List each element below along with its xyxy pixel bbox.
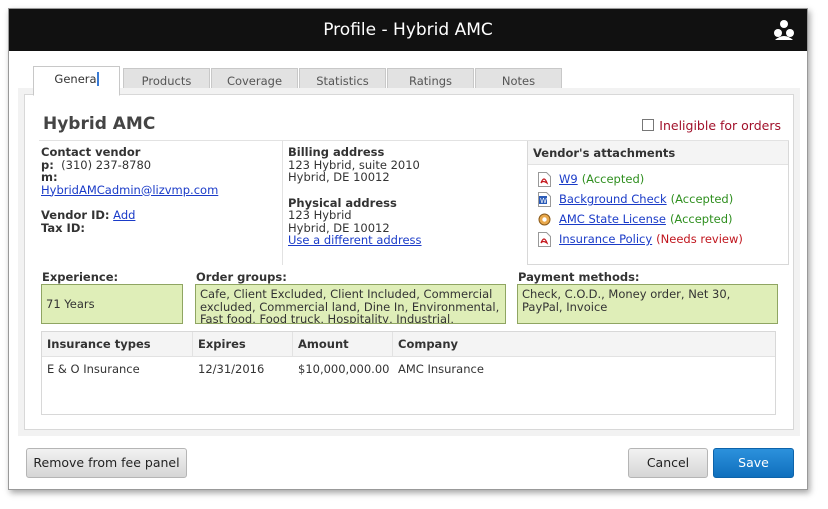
dialog-titlebar: Profile - Hybrid AMC (9, 9, 807, 51)
image-file-icon (538, 213, 551, 225)
vendor-name: Hybrid AMC (43, 114, 156, 134)
tax-id-label: Tax ID: (41, 220, 85, 235)
word-file-icon: W (538, 191, 551, 207)
amount-cell: $10,000,000.00 (298, 362, 390, 376)
tab-statistics[interactable]: Statistics (299, 68, 386, 94)
column-header-insurance-types: Insurance types (42, 332, 193, 356)
experience-label: Experience: (42, 270, 119, 284)
tab-ratings[interactable]: Ratings (387, 68, 474, 94)
attachments-section: Vendor's attachments W9 (Accepted) W Back… (527, 141, 789, 265)
insurance-type-cell: E & O Insurance (47, 362, 140, 376)
attachment-w9-link[interactable]: W9 (559, 169, 578, 189)
remove-from-fee-panel-button[interactable]: Remove from fee panel (26, 448, 187, 478)
tab-coverage[interactable]: Coverage (211, 68, 298, 94)
ineligible-checkbox[interactable] (642, 119, 655, 131)
insurance-table-header: Insurance types Expires Amount Company (42, 332, 775, 357)
attachment-license-link[interactable]: AMC State License (559, 209, 666, 229)
user-group-icon (774, 20, 794, 40)
attachment-background-link[interactable]: Background Check (559, 189, 667, 209)
save-button[interactable]: Save (713, 448, 794, 478)
attachment-item: W9 (Accepted) (528, 169, 788, 189)
insurance-table: Insurance types Expires Amount Company E… (41, 331, 776, 415)
attachment-status: (Accepted) (581, 172, 645, 186)
billing-heading: Billing address (288, 145, 385, 159)
phone-value: (310) 237-8780 (61, 157, 152, 172)
general-panel: Hybrid AMC Ineligible for orders Contact… (24, 94, 794, 430)
column-header-company: Company (398, 337, 458, 351)
attachment-status: (Needs review) (656, 232, 743, 246)
different-address-link[interactable]: Use a different address (288, 233, 422, 247)
table-row[interactable]: E & O Insurance 12/31/2016 $10,000,000.0… (42, 357, 775, 381)
profile-dialog: Profile - Hybrid AMC Genera Products Cov… (8, 8, 808, 490)
experience-value: 71 Years (41, 284, 183, 324)
contact-section: Contact vendor p: (310) 237-8780 m: Hybr… (39, 141, 282, 265)
physical-line1: 123 Hybrid (288, 208, 352, 222)
attachment-status: (Accepted) (670, 192, 734, 206)
column-header-amount: Amount (293, 332, 393, 356)
pdf-file-icon (538, 171, 551, 187)
attachment-item: AMC State License (Accepted) (528, 209, 788, 229)
expires-cell: 12/31/2016 (198, 362, 265, 376)
payment-methods-value: Check, C.O.D., Money order, Net 30, PayP… (517, 284, 778, 324)
ineligible-label: Ineligible for orders (659, 118, 781, 133)
tab-general[interactable]: Genera (33, 66, 120, 96)
column-header-expires: Expires (193, 332, 293, 356)
tab-products[interactable]: Products (123, 68, 210, 94)
ineligible-option[interactable]: Ineligible for orders (642, 118, 781, 133)
tab-notes[interactable]: Notes (475, 68, 562, 94)
attachment-item: W Background Check (Accepted) (528, 189, 788, 209)
email-link[interactable]: HybridAMCadmin@lizvmp.com (41, 183, 218, 197)
company-cell: AMC Insurance (398, 362, 484, 376)
order-groups-label: Order groups: (196, 270, 287, 284)
dialog-title: Profile - Hybrid AMC (323, 20, 493, 40)
address-section: Billing address 123 Hybrid, suite 2010 H… (282, 141, 527, 265)
vendor-info-row: Contact vendor p: (310) 237-8780 m: Hybr… (39, 140, 789, 265)
billing-line2: Hybrid, DE 10012 (288, 170, 390, 184)
cancel-button[interactable]: Cancel (628, 448, 708, 478)
add-vendor-id-link[interactable]: Add (113, 208, 135, 222)
text-cursor (96, 72, 99, 86)
payment-methods-label: Payment methods: (518, 270, 640, 284)
order-groups-value: Cafe, Client Excluded, Client Included, … (195, 284, 506, 324)
attachment-status: (Accepted) (669, 212, 733, 226)
pdf-file-icon (538, 231, 551, 247)
attachments-heading: Vendor's attachments (528, 141, 788, 165)
svg-text:W: W (540, 197, 547, 205)
attachment-item: Insurance Policy (Needs review) (528, 229, 788, 249)
attachment-insurance-link[interactable]: Insurance Policy (559, 229, 652, 249)
